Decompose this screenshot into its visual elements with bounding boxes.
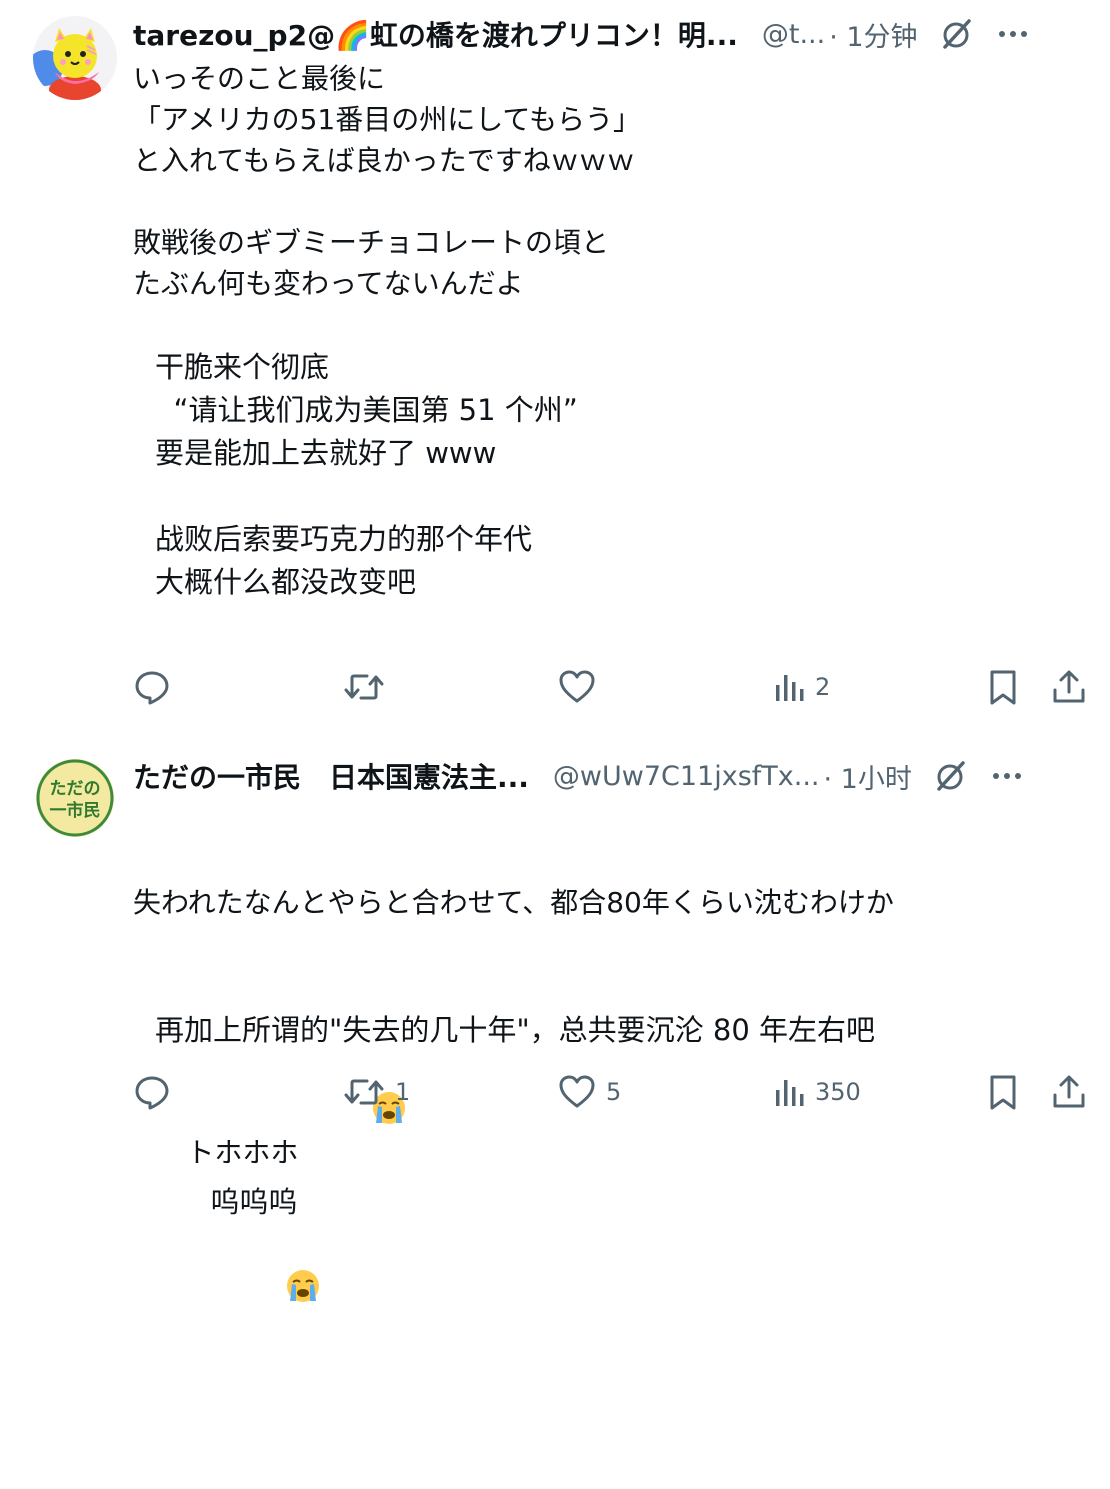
grok-slash-icon[interactable] — [938, 16, 974, 52]
post-translation-line-1: 再加上所谓的"失去的几十年"，总共要沉沦 80 年左右吧 — [155, 1013, 876, 1047]
repost-count: 1 — [395, 1078, 411, 1106]
more-dots-icon[interactable] — [996, 17, 1030, 51]
display-name[interactable]: ただの一市民 日本国憲法主... — [133, 756, 529, 796]
repost-icon — [344, 1079, 384, 1105]
bookmark-icon — [990, 1075, 1016, 1110]
post-translation-line-2: 呜呜呜 — [155, 1138, 1070, 1403]
views-button[interactable]: 350 — [773, 1069, 861, 1115]
post-translation: 干脆来个彻底 “请让我们成为美国第 51 个州” 要是能加上去就好了 www 战… — [155, 350, 578, 599]
like-button[interactable] — [558, 664, 606, 710]
reply-icon — [135, 671, 169, 705]
svg-text:一市民: 一市民 — [50, 800, 101, 821]
post-text: いっそのこと最後に 「アメリカの51番目の州にしてもらう」 と入れてもらえば良か… — [133, 62, 641, 300]
repost-icon — [344, 674, 384, 700]
views-count: 2 — [815, 673, 831, 701]
repost-button[interactable]: 1 — [343, 1069, 410, 1115]
post-time[interactable]: · 1小时 — [824, 757, 912, 796]
user-handle[interactable]: @t... — [762, 19, 825, 50]
bookmark-button[interactable] — [985, 1069, 1021, 1115]
avatar[interactable]: ただの 一市民 — [33, 756, 117, 840]
like-button[interactable]: 5 — [558, 1069, 621, 1115]
heart-icon — [559, 1075, 595, 1108]
avatar-badge-icon: ただの 一市民 — [36, 759, 114, 837]
like-count: 5 — [606, 1078, 622, 1106]
post-header: ただの一市民 日本国憲法主... @wUw7C11jxsfTx... · 1小时 — [133, 756, 1090, 796]
post-2[interactable]: ただの 一市民 ただの一市民 日本国憲法主... @wUw7C11jxsfTx.… — [0, 730, 1110, 1302]
more-dots-icon[interactable] — [990, 759, 1024, 793]
svg-text:ただの: ただの — [50, 779, 101, 799]
post-translation: 再加上所谓的"失去的几十年"，总共要沉沦 80 年左右吧 呜呜呜 — [155, 923, 1070, 1489]
bookmark-icon — [990, 670, 1016, 705]
post-1[interactable]: tarezou_p2@🌈虹の橋を渡れプリコン！明... @t... · 1分钟 … — [0, 0, 1110, 730]
reply-icon — [135, 1076, 169, 1110]
post-translation-line-2-label: 呜呜呜 — [210, 1185, 298, 1219]
views-button[interactable]: 2 — [773, 664, 830, 710]
share-button[interactable] — [1050, 664, 1088, 710]
action-bar: 1 5 350 — [0, 1069, 1110, 1115]
post-header: tarezou_p2@🌈虹の橋を渡れプリコン！明... @t... · 1分钟 — [133, 14, 1090, 54]
share-icon — [1053, 670, 1085, 703]
views-bar-chart-icon — [776, 1080, 804, 1106]
share-icon — [1053, 1075, 1085, 1108]
share-button[interactable] — [1050, 1069, 1088, 1115]
reply-button[interactable] — [133, 664, 181, 710]
action-bar: 2 — [0, 664, 1110, 710]
heart-icon — [559, 670, 595, 703]
post-text-line-1: 失われたなんとやらと合わせて、都合80年くらい沈むわけか — [133, 886, 894, 919]
yellow-cat-avatar-icon — [33, 16, 117, 100]
grok-slash-icon[interactable] — [932, 758, 968, 794]
repost-button[interactable] — [343, 664, 395, 710]
views-count: 350 — [815, 1078, 861, 1106]
crying-face-emoji-icon — [210, 1224, 322, 1360]
post-time[interactable]: · 1分钟 — [829, 15, 917, 54]
bookmark-button[interactable] — [985, 664, 1021, 710]
display-name[interactable]: tarezou_p2@🌈虹の橋を渡れプリコン！明... — [133, 14, 738, 54]
avatar[interactable] — [33, 16, 117, 100]
views-bar-chart-icon — [776, 675, 804, 701]
user-handle[interactable]: @wUw7C11jxsfTx... — [553, 761, 820, 792]
reply-button[interactable] — [133, 1069, 181, 1115]
